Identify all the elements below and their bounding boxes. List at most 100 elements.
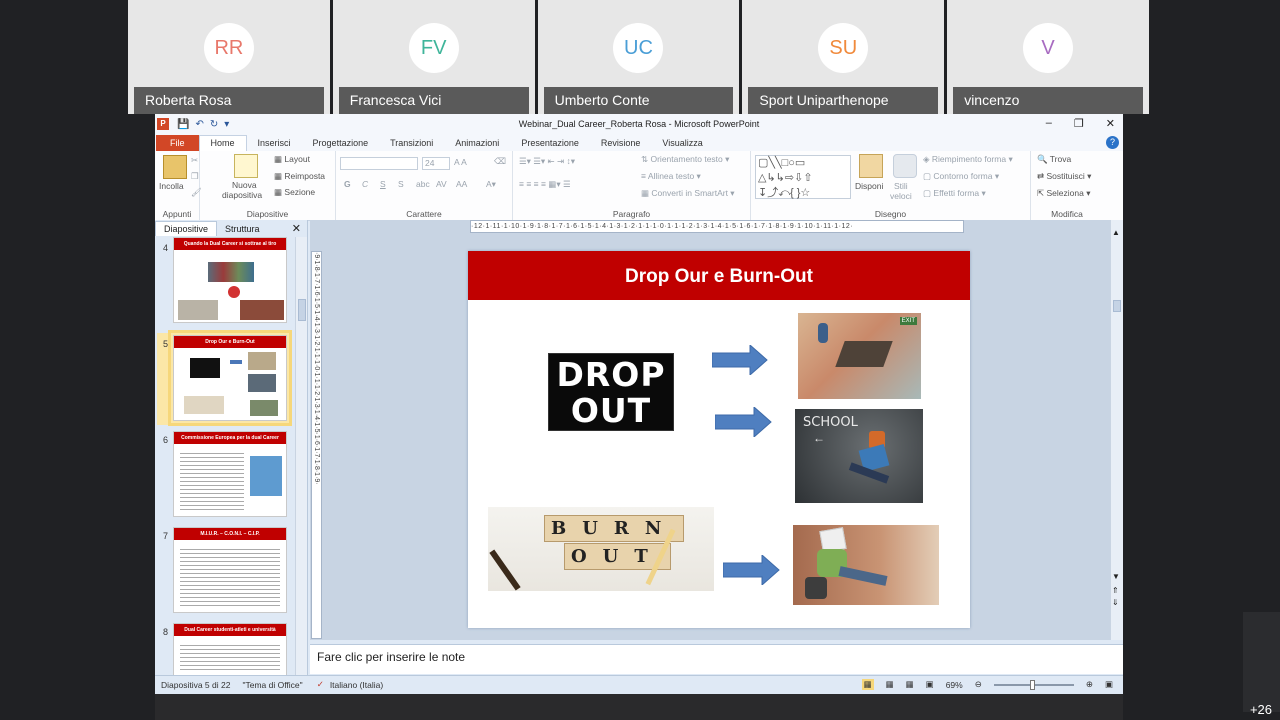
slides-pane-scrollbar[interactable] bbox=[295, 237, 307, 675]
shape-outline-button[interactable]: ▢ Contorno forma ▾ bbox=[923, 171, 999, 182]
align-icons[interactable]: ≡ ≡ ≡ ≡ ▦▾ ☰ bbox=[519, 179, 571, 190]
editing-group: 🔍 Trova ⇄ Sostituisci ▾ ⇱ Seleziona ▾ Mo… bbox=[1031, 151, 1103, 221]
tab-insert[interactable]: Inserisci bbox=[247, 138, 302, 151]
burnout-image[interactable]: BURN OUT bbox=[488, 507, 714, 591]
section-button[interactable]: ▦ Sezione bbox=[274, 187, 315, 198]
reset-button[interactable]: ▦ Reimposta bbox=[274, 171, 325, 182]
dropout-image[interactable]: DROP OUT bbox=[548, 353, 674, 431]
strikethrough-button[interactable]: abc bbox=[416, 179, 430, 189]
reading-view-icon[interactable]: ▦ bbox=[906, 679, 914, 690]
underline-button[interactable]: S bbox=[380, 179, 386, 189]
group-label: Appunti bbox=[162, 209, 192, 219]
font-name-input[interactable] bbox=[340, 157, 418, 170]
participant-tile[interactable]: FV Francesca Vici bbox=[332, 0, 535, 114]
tab-design[interactable]: Progettazione bbox=[302, 138, 380, 151]
slide-thumbnail[interactable]: Commissione Europea per la dual Career bbox=[173, 431, 287, 517]
shadow-button[interactable]: S bbox=[398, 179, 404, 189]
align-text-button[interactable]: ≡ Allinea testo ▾ bbox=[641, 171, 701, 182]
spacing-button[interactable]: AV bbox=[436, 179, 447, 189]
normal-view-icon[interactable]: ▦ bbox=[861, 679, 874, 690]
smartart-button[interactable]: ▦ Converti in SmartArt ▾ bbox=[641, 188, 735, 199]
slide-thumbnail[interactable]: Quando la Dual Career si sottrae al tiro bbox=[173, 237, 287, 323]
slide-thumbnail[interactable]: M.I.U.R. – C.O.N.I. – C.I.P. bbox=[173, 527, 287, 613]
clear-format-icon[interactable]: ⌫ bbox=[494, 156, 506, 167]
shapes-gallery[interactable]: ▢╲╲□○▭ △↳↳⇨⇩⇧ ↧⤴⤺{ }☆ bbox=[755, 155, 851, 199]
editor-scrollbar[interactable]: ▲ ▼ ⇑ ⇓ bbox=[1110, 220, 1123, 640]
arrow-left-icon: ← bbox=[813, 431, 825, 445]
zoom-level[interactable]: 69% bbox=[946, 680, 963, 690]
font-group: 24 A A ⌫ G C S S abc AV AA A▾ Carattere bbox=[336, 151, 513, 221]
school-image[interactable]: SCHOOL ← bbox=[795, 409, 923, 503]
participant-name: Francesca Vici bbox=[338, 87, 529, 114]
runner-hole-image[interactable]: EXIT bbox=[798, 313, 921, 399]
font-size-input[interactable]: 24 bbox=[422, 157, 450, 170]
tab-home[interactable]: Home bbox=[198, 135, 247, 151]
layout-button[interactable]: ▦ Layout bbox=[274, 154, 310, 165]
next-slide-icon[interactable]: ⇓ bbox=[1112, 598, 1119, 607]
slideshow-icon[interactable]: ▣ bbox=[926, 679, 934, 690]
zoom-in-icon[interactable]: ⊕ bbox=[1086, 679, 1093, 690]
font-color-button[interactable]: A▾ bbox=[486, 179, 496, 190]
participant-tile[interactable]: SU Sport Uniparthenope bbox=[742, 0, 945, 114]
participant-tile[interactable]: V vincenzo bbox=[947, 0, 1149, 114]
tab-slides[interactable]: Diapositive bbox=[155, 221, 218, 236]
close-pane-icon[interactable]: ✕ bbox=[292, 222, 301, 235]
text-direction-button[interactable]: ⇅ Orientamento testo ▾ bbox=[641, 154, 729, 165]
participant-tile[interactable]: UC Umberto Conte bbox=[537, 0, 740, 114]
minimize-icon[interactable]: – bbox=[1046, 117, 1052, 130]
previous-slide-icon[interactable]: ⇑ bbox=[1112, 586, 1119, 595]
tab-animations[interactable]: Animazioni bbox=[444, 138, 510, 151]
thumbnail-list: 4 Quando la Dual Career si sottrae al ti… bbox=[155, 237, 295, 675]
font-grow-icon[interactable]: A A bbox=[454, 157, 467, 167]
theme-name[interactable]: "Tema di Office" bbox=[242, 680, 302, 690]
zoom-out-icon[interactable]: ⊖ bbox=[975, 679, 982, 690]
select-button[interactable]: ⇱ Seleziona ▾ bbox=[1037, 188, 1090, 199]
slide-number: 8 bbox=[163, 627, 169, 637]
tab-file[interactable]: File bbox=[156, 135, 199, 151]
shape-effects-button[interactable]: ▢ Effetti forma ▾ bbox=[923, 188, 986, 199]
fit-to-window-icon[interactable]: ▣ bbox=[1105, 679, 1113, 690]
scroll-up-icon[interactable]: ▲ bbox=[1112, 228, 1120, 237]
more-participants-count[interactable]: +26 bbox=[1250, 702, 1272, 717]
paste-button[interactable]: Incolla bbox=[159, 181, 184, 191]
arrange-button[interactable]: Disponi bbox=[855, 181, 883, 191]
tab-slideshow[interactable]: Presentazione bbox=[510, 138, 590, 151]
spellcheck-icon[interactable]: ✓ bbox=[317, 679, 324, 690]
scrollbar-thumb[interactable] bbox=[298, 299, 306, 321]
close-icon[interactable]: ✕ bbox=[1106, 117, 1115, 130]
tab-transitions[interactable]: Transizioni bbox=[379, 138, 444, 151]
scroll-down-icon[interactable]: ▼ bbox=[1112, 572, 1120, 581]
slide-title[interactable]: Drop Our e Burn-Out bbox=[468, 251, 970, 300]
new-slide-button[interactable]: Nuova bbox=[232, 180, 257, 190]
quick-styles-button[interactable]: Stili bbox=[894, 181, 908, 191]
help-icon[interactable]: ? bbox=[1106, 136, 1119, 149]
bullets-icon[interactable]: ☰▾ ☰▾ ⇤ ⇥ ↕▾ bbox=[519, 156, 575, 167]
copy-icon[interactable]: ❐ bbox=[191, 171, 199, 182]
scrollbar-thumb[interactable] bbox=[1113, 300, 1121, 312]
change-case-button[interactable]: AA bbox=[456, 179, 467, 189]
zoom-slider[interactable] bbox=[993, 679, 1074, 690]
bold-button[interactable]: G bbox=[344, 179, 351, 189]
slide-canvas[interactable]: Drop Our e Burn-Out DROP OUT EXIT SCHOOL… bbox=[468, 251, 970, 628]
tired-student-image[interactable] bbox=[793, 525, 939, 605]
slide-thumbnail-selected[interactable]: Drop Our e Burn-Out bbox=[168, 330, 292, 426]
tab-view[interactable]: Visualizza bbox=[651, 138, 713, 151]
thumbnail-title: Dual Career studenti-atleti e università bbox=[174, 624, 286, 636]
notes-input[interactable]: Fare clic per inserire le note bbox=[310, 644, 1123, 674]
language-indicator[interactable]: Italiano (Italia) bbox=[330, 680, 383, 690]
slide-sorter-icon[interactable]: ▦ bbox=[886, 679, 894, 690]
cut-icon[interactable]: ✂ bbox=[191, 155, 198, 166]
slide-number: 7 bbox=[163, 531, 169, 541]
restore-icon[interactable]: ❐ bbox=[1074, 117, 1084, 130]
slide-number: 6 bbox=[163, 435, 169, 445]
quick-styles-label: veloci bbox=[890, 191, 912, 201]
tab-outline[interactable]: Struttura bbox=[217, 222, 268, 236]
replace-button[interactable]: ⇄ Sostituisci ▾ bbox=[1037, 171, 1091, 182]
tab-review[interactable]: Revisione bbox=[590, 138, 652, 151]
italic-button[interactable]: C bbox=[362, 179, 368, 189]
find-button[interactable]: 🔍 Trova bbox=[1037, 154, 1071, 165]
participant-tile[interactable]: RR Roberta Rosa bbox=[128, 0, 330, 114]
shape-fill-button[interactable]: ◈ Riempimento forma ▾ bbox=[923, 154, 1013, 165]
arrow-right-icon bbox=[712, 345, 768, 375]
slide-thumbnail[interactable]: Dual Career studenti-atleti e università bbox=[173, 623, 287, 675]
